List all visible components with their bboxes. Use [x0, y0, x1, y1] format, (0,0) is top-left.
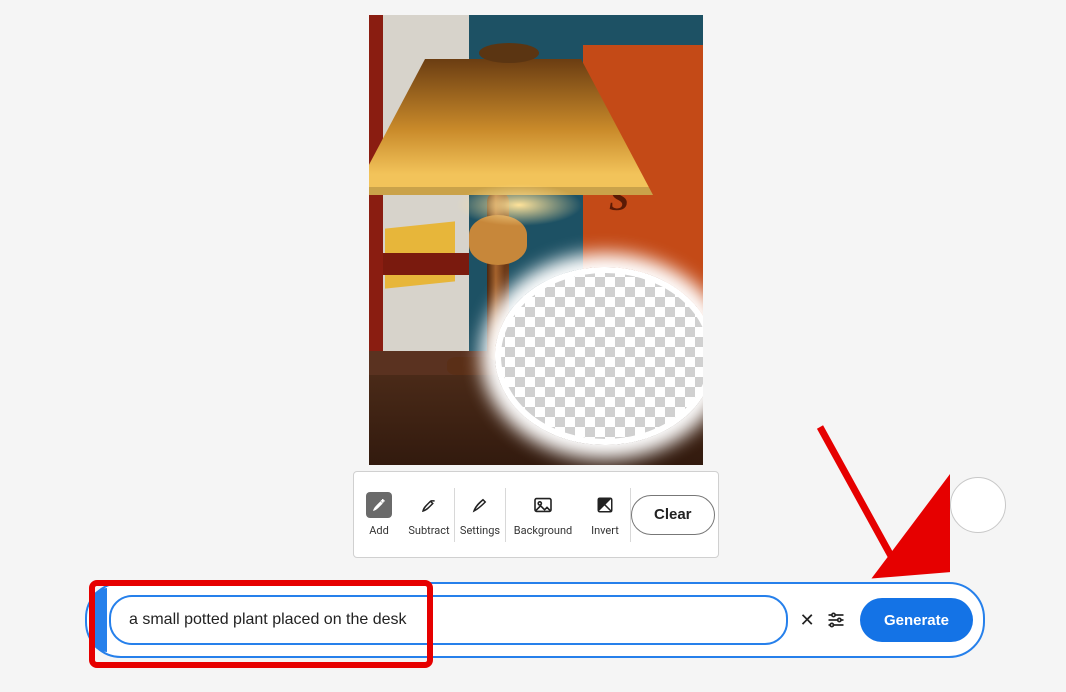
brush-minus-icon — [416, 492, 442, 518]
close-icon: ✕ — [800, 610, 815, 630]
invert-label: Invert — [591, 524, 619, 537]
settings-label: Settings — [460, 524, 500, 537]
background-tool[interactable]: Background — [506, 472, 580, 557]
brush-toolbar: Add Subtract Settings — [353, 471, 719, 558]
invert-icon — [592, 492, 618, 518]
background-label: Background — [514, 524, 572, 537]
selection-mask — [495, 267, 703, 445]
clear-button[interactable]: Clear — [631, 495, 715, 535]
add-label: Add — [369, 524, 389, 537]
brush-icon — [467, 492, 493, 518]
clear-prompt-button[interactable]: ✕ — [794, 606, 821, 634]
floating-help-button[interactable] — [950, 477, 1006, 533]
sliders-icon — [826, 610, 846, 630]
prompt-accent — [89, 588, 107, 652]
brush-plus-icon — [366, 492, 392, 518]
arrow-annotation — [790, 419, 950, 599]
subtract-tool[interactable]: Subtract — [404, 472, 454, 557]
image-icon — [530, 492, 556, 518]
canvas-image[interactable]: S — [369, 15, 703, 465]
subtract-label: Subtract — [408, 524, 449, 537]
add-tool[interactable]: Add — [354, 472, 404, 557]
prompt-input[interactable] — [109, 595, 788, 645]
prompt-settings-button[interactable] — [821, 603, 852, 637]
prompt-bar: ✕ Generate — [85, 582, 985, 658]
settings-tool[interactable]: Settings — [455, 472, 505, 557]
generate-button[interactable]: Generate — [860, 598, 973, 642]
invert-tool[interactable]: Invert — [580, 472, 630, 557]
